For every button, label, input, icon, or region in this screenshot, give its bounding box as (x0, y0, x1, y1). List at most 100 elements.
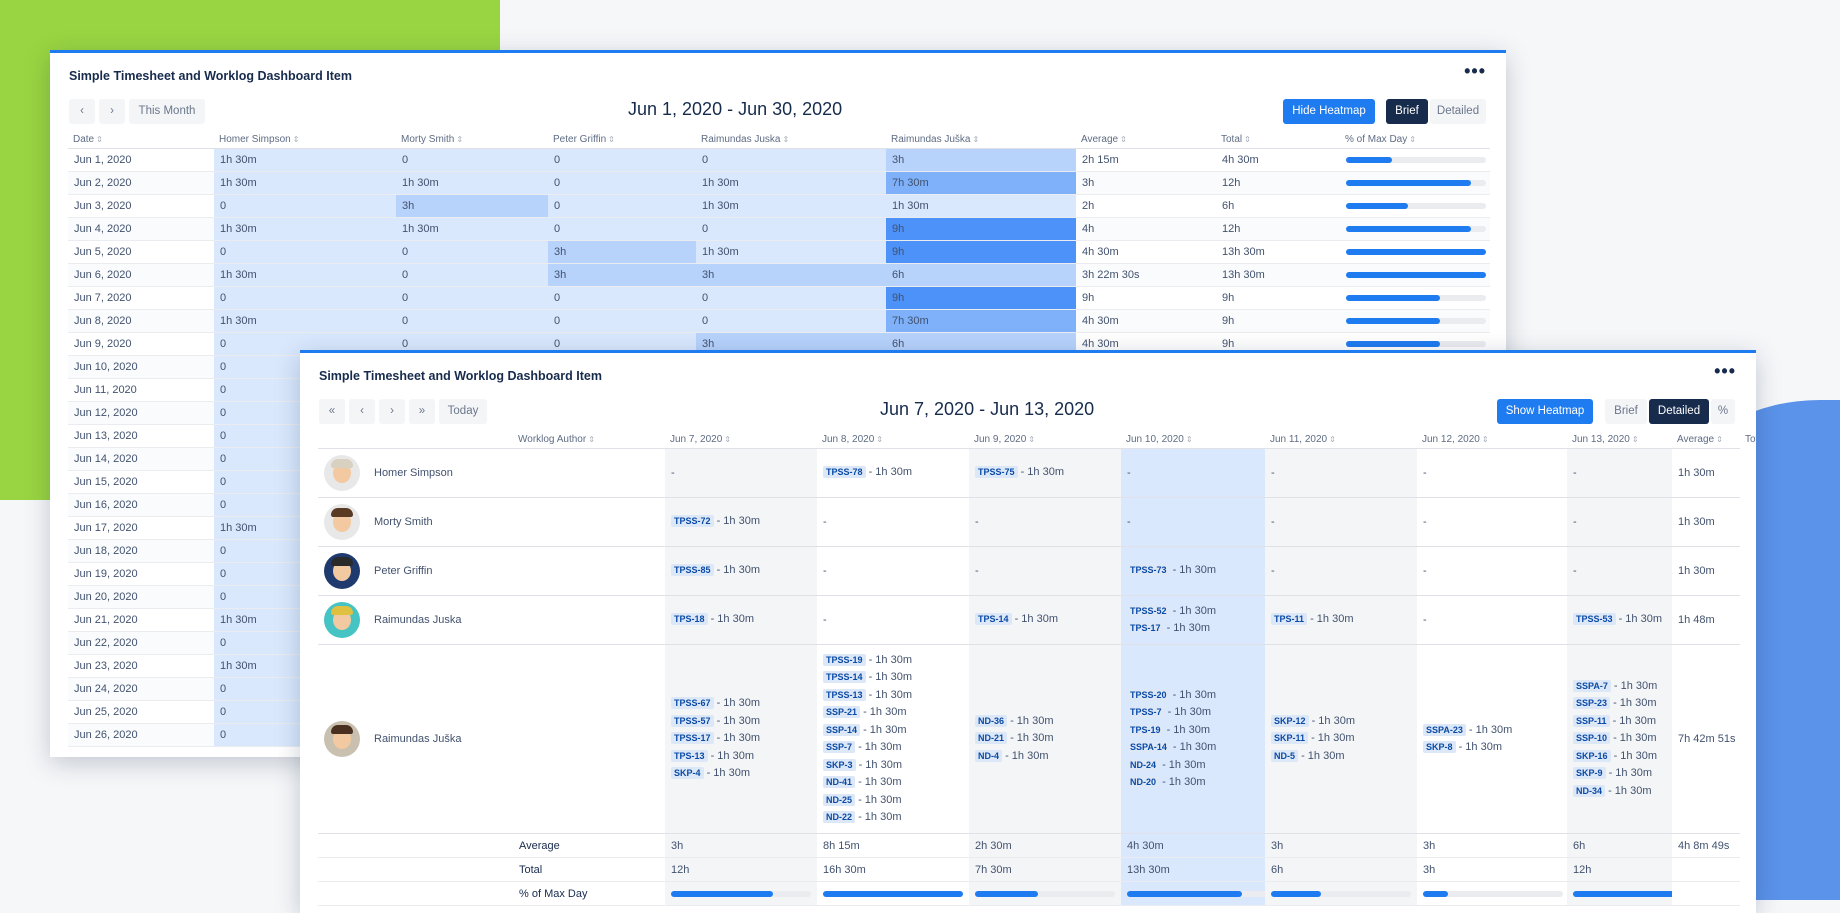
issue-key-tag[interactable]: SSPA-23 (1423, 723, 1466, 736)
issue-key-tag[interactable]: SKP-4 (671, 767, 704, 780)
worklog-entry: TPSS-13 - 1h 30m (823, 687, 963, 705)
column-header[interactable]: Jun 10, 2020 ⇕ (1121, 430, 1265, 449)
issue-key-tag[interactable]: TPS-13 (671, 749, 708, 762)
issue-key-tag[interactable]: TPS-19 (1127, 723, 1164, 736)
last-week-button[interactable]: » (409, 399, 435, 424)
issue-key-tag[interactable]: SSP-21 (823, 706, 861, 718)
column-header[interactable]: Date ⇕ (68, 130, 214, 149)
issue-key-tag[interactable]: TPSS-52 (1127, 604, 1170, 617)
issue-key-tag[interactable]: ND-21 (975, 732, 1008, 745)
column-header[interactable]: Worklog Author ⇕ (513, 430, 665, 449)
issue-key-tag[interactable]: TPSS-7 (1127, 706, 1165, 718)
issue-key-tag[interactable]: TPS-11 (1271, 613, 1308, 626)
column-header[interactable]: Average ⇕ (1076, 130, 1216, 149)
issue-key-tag[interactable]: SSP-11 (1573, 714, 1610, 727)
detailed-view-button[interactable]: Detailed (1430, 99, 1486, 124)
issue-key-tag[interactable]: TPSS-73 (1127, 564, 1170, 577)
max-day-bar-fill (1346, 226, 1471, 232)
total-cell: 4h 30m (1216, 148, 1340, 172)
column-header[interactable]: Jun 12, 2020 ⇕ (1417, 430, 1567, 449)
worklog-entry: TPSS-17 - 1h 30m (671, 730, 811, 748)
issue-key-tag[interactable]: ND-36 (975, 714, 1008, 727)
hours-cell: 0 (696, 309, 886, 333)
issue-key-tag[interactable]: ND-24 (1127, 758, 1160, 771)
issue-key-tag[interactable]: TPSS-72 (671, 515, 714, 528)
column-header[interactable]: Jun 8, 2020 ⇕ (817, 430, 969, 449)
column-header[interactable]: Homer Simpson ⇕ (214, 130, 396, 149)
column-header[interactable]: % of Max Day ⇕ (1340, 130, 1490, 149)
column-header[interactable]: Total ⇕ (1216, 130, 1340, 149)
worklog-entry: ND-34 - 1h 30m (1573, 783, 1666, 801)
brief-view-button[interactable]: Brief (1386, 99, 1428, 124)
column-header[interactable]: Average ⇕ (1672, 430, 1740, 449)
column-header[interactable]: Jun 9, 2020 ⇕ (969, 430, 1121, 449)
issue-key-tag[interactable]: TPSS-85 (671, 564, 714, 577)
issue-key-tag[interactable]: ND-25 (823, 793, 856, 806)
worklog-time: - 1h 30m (860, 706, 907, 718)
more-options-icon[interactable]: ••• (1714, 361, 1736, 382)
issue-key-tag[interactable]: TPSS-57 (671, 714, 714, 727)
column-header[interactable]: Peter Griffin ⇕ (548, 130, 696, 149)
issue-key-tag[interactable]: ND-5 (1271, 749, 1299, 762)
max-day-bar (671, 890, 811, 897)
next-month-button[interactable]: › (99, 99, 125, 124)
issue-key-tag[interactable]: SSP-14 (823, 723, 861, 736)
worklog-time: - 1h 30m (1610, 749, 1657, 762)
first-week-button[interactable]: « (319, 399, 345, 424)
issue-key-tag[interactable]: SKP-9 (1573, 767, 1606, 780)
column-header[interactable]: Jun 13, 2020 ⇕ (1567, 430, 1672, 449)
issue-key-tag[interactable]: ND-4 (975, 749, 1003, 762)
hide-heatmap-button[interactable]: Hide Heatmap (1283, 99, 1375, 124)
worklog-time: - 1h 30m (1610, 732, 1657, 745)
column-header[interactable]: Raimundas Juška ⇕ (886, 130, 1076, 149)
show-heatmap-button[interactable]: Show Heatmap (1497, 399, 1593, 424)
summary-average (1672, 881, 1740, 906)
issue-key-tag[interactable]: SSPA-7 (1573, 679, 1611, 692)
column-header[interactable]: Morty Smith ⇕ (396, 130, 548, 149)
issue-key-tag[interactable]: TPSS-14 (823, 671, 866, 683)
prev-week-button[interactable]: ‹ (349, 399, 375, 424)
issue-key-tag[interactable]: SKP-11 (1271, 732, 1309, 745)
issue-key-tag[interactable]: SSPA-14 (1127, 741, 1170, 753)
issue-key-tag[interactable]: TPS-14 (975, 613, 1012, 626)
date-range: Jun 1, 2020 - Jun 30, 2020 (628, 99, 843, 119)
more-options-icon[interactable]: ••• (1464, 61, 1486, 82)
issue-key-tag[interactable]: SKP-3 (823, 758, 856, 771)
issue-key-tag[interactable]: TPSS-19 (823, 653, 866, 666)
today-button[interactable]: Today (439, 399, 487, 424)
issue-key-tag[interactable]: TPSS-53 (1573, 613, 1616, 626)
avatar (324, 553, 360, 589)
column-header[interactable]: Raimundas Juska ⇕ (696, 130, 886, 149)
summary-cell: 3h (1417, 833, 1567, 858)
next-week-button[interactable]: › (379, 399, 405, 424)
issue-key-tag[interactable]: TPS-18 (671, 613, 708, 626)
brief-view-button[interactable]: Brief (1605, 399, 1647, 424)
issue-key-tag[interactable]: TPSS-17 (671, 732, 714, 745)
issue-key-tag[interactable]: ND-22 (823, 811, 856, 823)
date-cell: Jun 11, 2020 (68, 378, 214, 402)
issue-key-tag[interactable]: TPSS-13 (823, 688, 866, 701)
table-row: Jun 5, 2020 0 0 3h 1h 30m 9h 4h 30m 13h 30m (68, 240, 1490, 264)
issue-key-tag[interactable]: TPSS-78 (823, 466, 866, 479)
issue-key-tag[interactable]: ND-20 (1127, 776, 1160, 788)
issue-key-tag[interactable]: SSP-23 (1573, 697, 1611, 710)
prev-month-button[interactable]: ‹ (69, 99, 95, 124)
issue-key-tag[interactable]: SKP-8 (1423, 741, 1456, 753)
issue-key-tag[interactable]: ND-34 (1573, 784, 1606, 797)
issue-key-tag[interactable]: TPSS-20 (1127, 688, 1170, 701)
column-header[interactable]: Jun 7, 2020 ⇕ (665, 430, 817, 449)
issue-key-tag[interactable]: SSP-10 (1573, 732, 1611, 745)
issue-key-tag[interactable]: TPSS-75 (975, 466, 1018, 479)
issue-key-tag[interactable]: SSP-7 (823, 741, 856, 753)
average-row: Average 3h 8h 15m 2h 30m 4h 30m 3h 3h 6h 4h 8m 4… (318, 833, 1740, 858)
issue-key-tag[interactable]: SKP-12 (1271, 714, 1309, 727)
issue-key-tag[interactable]: ND-41 (823, 776, 856, 788)
sort-icon: ⇕ (292, 134, 300, 144)
percent-view-button[interactable]: % (1711, 399, 1735, 424)
detailed-view-button[interactable]: Detailed (1649, 399, 1709, 424)
column-header[interactable]: Jun 11, 2020 ⇕ (1265, 430, 1417, 449)
issue-key-tag[interactable]: TPSS-67 (671, 697, 714, 710)
this-month-button[interactable]: This Month (129, 99, 205, 124)
issue-key-tag[interactable]: SKP-16 (1573, 749, 1611, 762)
issue-key-tag[interactable]: TPS-17 (1127, 622, 1164, 634)
